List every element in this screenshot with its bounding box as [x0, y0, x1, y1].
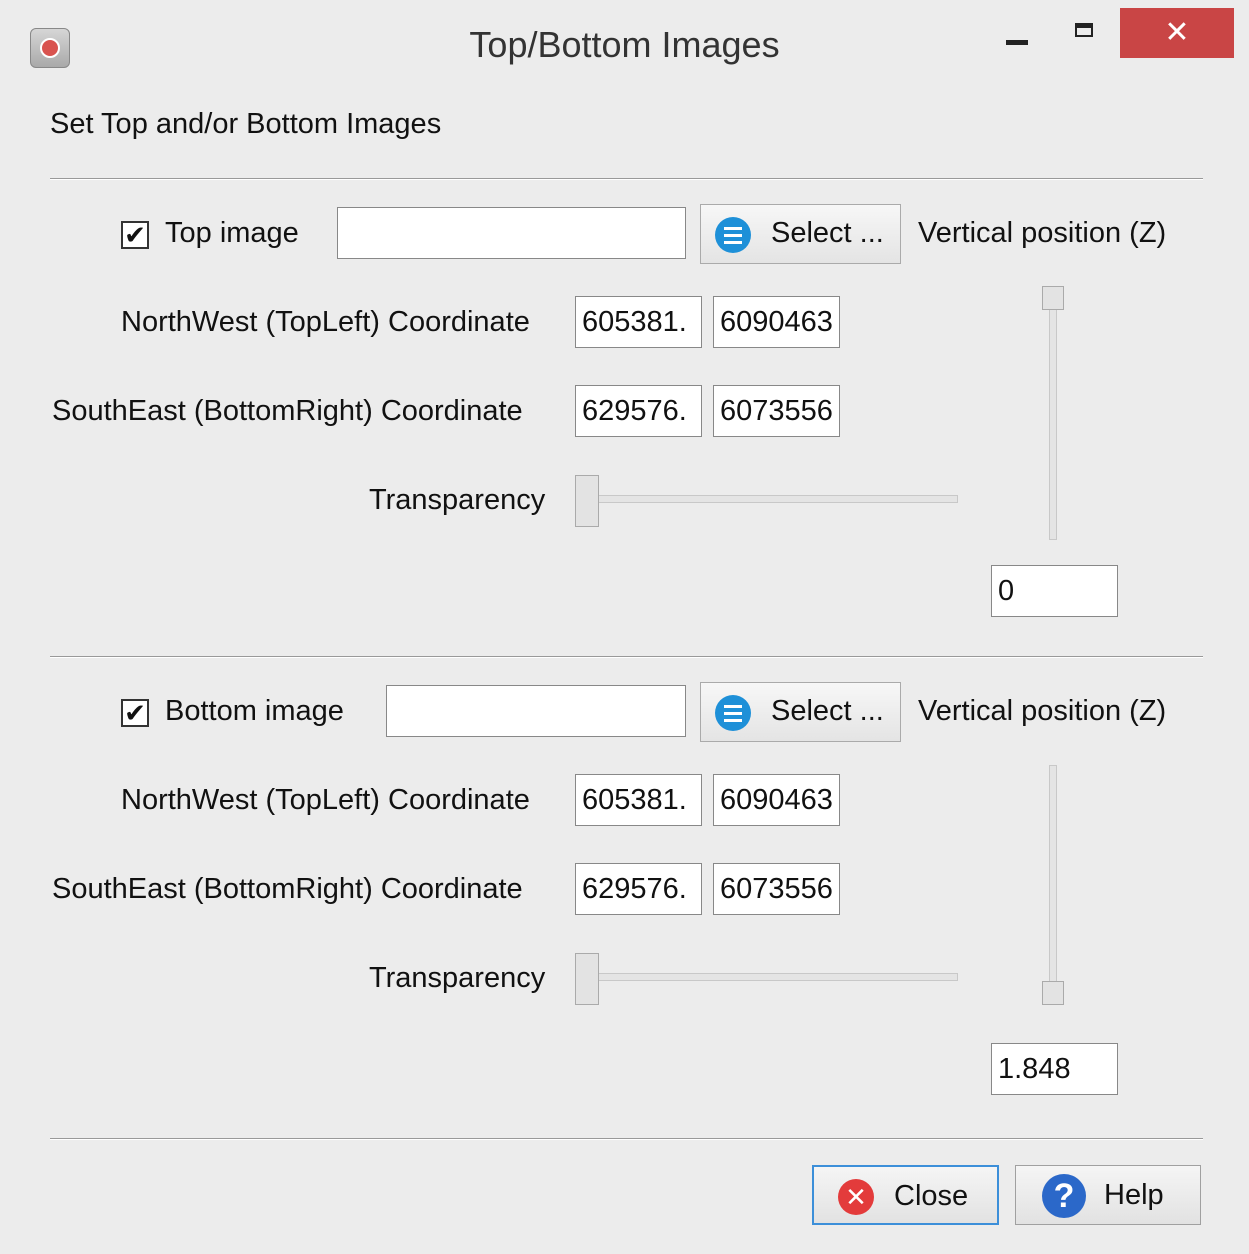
top-image-path-input[interactable] [337, 207, 686, 259]
bottom-transparency-label: Transparency [369, 962, 546, 994]
bottom-transparency-thumb[interactable] [575, 953, 599, 1005]
top-vertical-thumb[interactable] [1042, 286, 1064, 310]
separator-bottom [50, 1138, 1203, 1140]
bottom-image-label: Bottom image [165, 695, 344, 727]
bottom-vertical-slider[interactable] [1049, 765, 1057, 1005]
top-select-label: Select ... [771, 217, 884, 249]
top-transparency-slider[interactable] [590, 495, 958, 503]
top-se-x-input[interactable]: 629576. [575, 385, 702, 437]
bottom-southeast-label: SouthEast (BottomRight) Coordinate [52, 873, 523, 905]
help-icon: ? [1042, 1174, 1086, 1218]
top-image-label: Top image [165, 217, 299, 249]
maximize-button[interactable] [1056, 8, 1114, 58]
window-close-button[interactable]: ✕ [1120, 8, 1234, 58]
top-northwest-label: NorthWest (TopLeft) Coordinate [121, 306, 530, 338]
minimize-button[interactable] [990, 8, 1048, 58]
top-nw-x-input[interactable]: 605381. [575, 296, 702, 348]
bottom-vertical-label: Vertical position (Z) [918, 695, 1167, 727]
top-image-checkbox[interactable]: ✔ [121, 221, 149, 249]
close-button[interactable]: ✕ Close [812, 1165, 999, 1225]
bottom-image-path-input[interactable] [386, 685, 686, 737]
bottom-vertical-thumb[interactable] [1042, 981, 1064, 1005]
top-southeast-label: SouthEast (BottomRight) Coordinate [52, 395, 523, 427]
close-button-label: Close [894, 1180, 969, 1212]
bottom-nw-x-input[interactable]: 605381. [575, 774, 702, 826]
top-vertical-slider[interactable] [1049, 300, 1057, 540]
list-icon [715, 695, 751, 731]
close-icon: ✕ [838, 1179, 874, 1215]
bottom-select-label: Select ... [771, 695, 884, 727]
bottom-z-input[interactable]: 1.848 [991, 1043, 1118, 1095]
bottom-northwest-label: NorthWest (TopLeft) Coordinate [121, 784, 530, 816]
top-se-y-input[interactable]: 6073556 [713, 385, 840, 437]
top-z-input[interactable]: 0 [991, 565, 1118, 617]
top-transparency-label: Transparency [369, 484, 546, 516]
title-bar[interactable]: Top/Bottom Images ✕ [0, 0, 1249, 88]
top-transparency-thumb[interactable] [575, 475, 599, 527]
top-nw-y-input[interactable]: 6090463 [713, 296, 840, 348]
separator-middle [50, 656, 1203, 658]
help-button[interactable]: ? Help [1015, 1165, 1201, 1225]
bottom-nw-y-input[interactable]: 6090463 [713, 774, 840, 826]
top-select-button[interactable]: Select ... [700, 204, 901, 264]
top-vertical-label: Vertical position (Z) [918, 217, 1167, 249]
bottom-se-x-input[interactable]: 629576. [575, 863, 702, 915]
list-icon [715, 217, 751, 253]
separator-top [50, 178, 1203, 180]
bottom-transparency-slider[interactable] [590, 973, 958, 981]
bottom-image-checkbox[interactable]: ✔ [121, 699, 149, 727]
bottom-select-button[interactable]: Select ... [700, 682, 901, 742]
header-text: Set Top and/or Bottom Images [50, 108, 442, 140]
bottom-se-y-input[interactable]: 6073556 [713, 863, 840, 915]
help-button-label: Help [1104, 1179, 1164, 1211]
